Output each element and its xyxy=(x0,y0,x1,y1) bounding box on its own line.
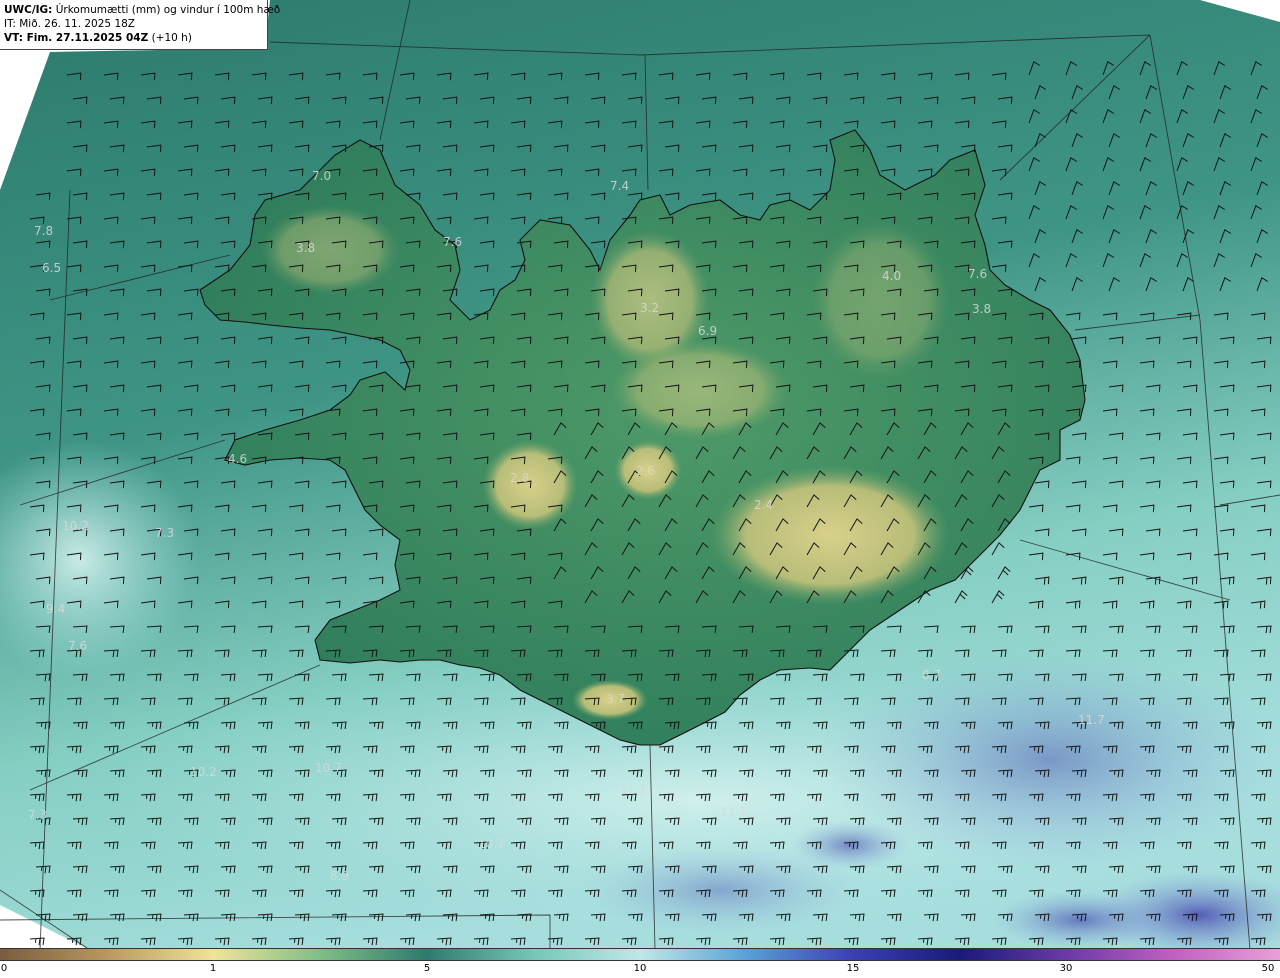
precip-value-label: 11.7 xyxy=(1078,713,1105,727)
precip-value-label: 7.6 xyxy=(968,267,987,281)
precip-value-label: 11.1 xyxy=(620,783,647,797)
precip-value-label: 6.5 xyxy=(42,261,61,275)
colorbar: 0 1 5 10 15 30 50 xyxy=(0,948,1280,978)
precip-value-label: 11.1 xyxy=(720,805,747,819)
precip-value-label: 10.2 xyxy=(62,519,89,533)
highland-area xyxy=(810,220,950,380)
precip-value-label: 7.6 xyxy=(68,639,87,653)
precip-value-label: 3.8 xyxy=(296,241,315,255)
precip-value-label: 2.8 xyxy=(510,471,529,485)
precip-value-label: 10.7 xyxy=(315,761,342,775)
valid-time-line: VT: Fim. 27.11.2025 04Z (+10 h) xyxy=(4,31,263,45)
precip-value-label: 3.8 xyxy=(972,302,991,316)
info-box: UWC/IG: Úrkomumætti (mm) og vindur í 100… xyxy=(0,0,280,50)
colorbar-tick: 10 xyxy=(633,963,647,974)
precip-value-label: 2.4 xyxy=(754,498,773,512)
forecast-offset: (+10 h) xyxy=(151,32,192,44)
colorbar-tick: 15 xyxy=(846,963,860,974)
colorbar-tick: 1 xyxy=(209,963,217,974)
init-time: IT: Mið. 26. 11. 2025 18Z xyxy=(4,18,135,30)
product-code: UWC/IG: xyxy=(4,4,53,16)
colorbar-strip xyxy=(0,948,1280,961)
precip-value-label: 10.2 xyxy=(190,765,217,779)
precip-value-label: 6.9 xyxy=(698,324,717,338)
glacier-vatnajokull xyxy=(710,465,950,605)
precip-value-label: 3.2 xyxy=(640,301,659,315)
precip-value-label: 7.6 xyxy=(443,235,462,249)
colorbar-tick: 50 xyxy=(1261,963,1275,974)
colorbar-tick: 0 xyxy=(0,963,8,974)
precip-value-label: 4.6 xyxy=(228,452,247,466)
precip-value-label: 8.9 xyxy=(330,869,349,883)
colorbar-tick: 30 xyxy=(1059,963,1073,974)
precip-value-label: 8.7 xyxy=(922,668,941,682)
valid-time: VT: Fim. 27.11.2025 04Z xyxy=(4,32,149,44)
title-line: UWC/IG: Úrkomumætti (mm) og vindur í 100… xyxy=(4,3,280,17)
precip-value-label: 2.6 xyxy=(636,464,655,478)
precip-value-label: 7.3 xyxy=(155,526,174,540)
map-title: Úrkomumætti (mm) og vindur í 100m hæð xyxy=(55,4,281,16)
precip-value-label: 7.4 xyxy=(610,179,629,193)
glacier-langjokull xyxy=(482,440,578,530)
precip-value-label: 3.7 xyxy=(606,692,625,706)
precipitation-map: 7.0 7.4 7.8 6.5 3.8 7.6 3.2 6.9 4.0 7.6 3.8 4.6 2.8 2… xyxy=(0,0,1280,950)
precip-value-label: 9.4 xyxy=(46,602,65,616)
precip-value-label: 10.7 xyxy=(478,837,505,851)
precip-value-label: 7.3 xyxy=(28,808,47,822)
precip-value-label: 7.0 xyxy=(312,169,331,183)
colorbar-tick: 5 xyxy=(423,963,431,974)
precip-value-label: 4.0 xyxy=(882,269,901,283)
precip-value-label: 7.8 xyxy=(34,224,53,238)
